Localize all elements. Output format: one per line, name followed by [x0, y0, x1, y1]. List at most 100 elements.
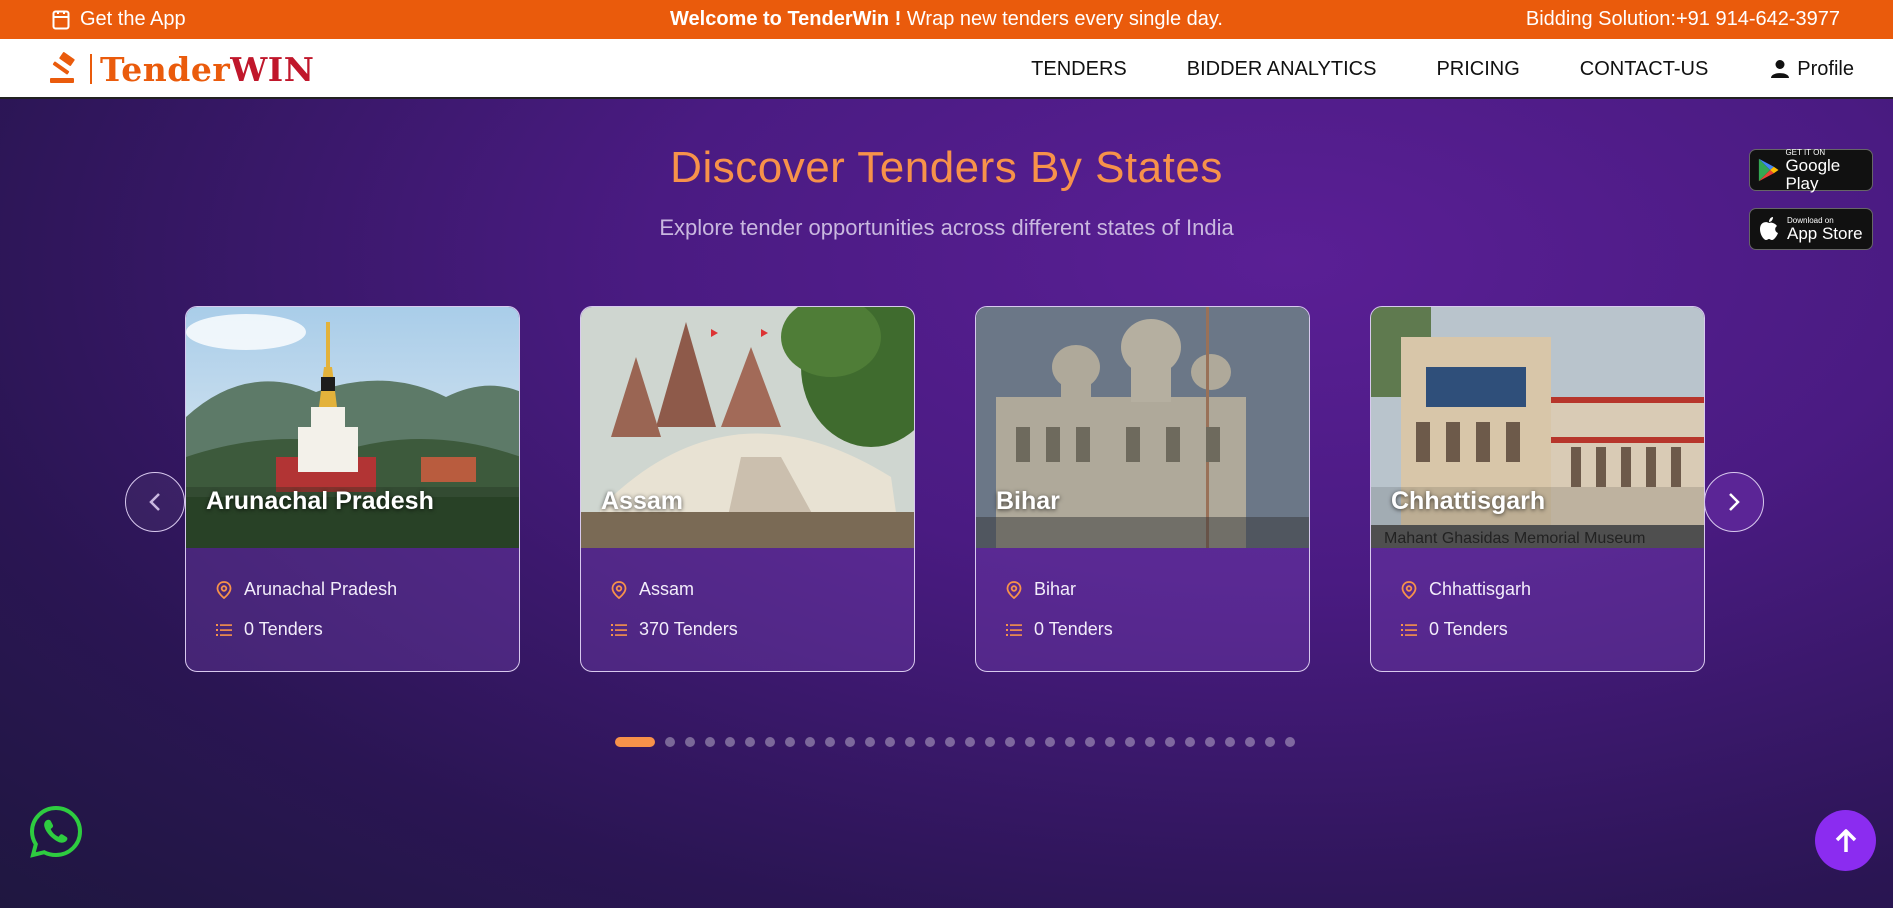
- tender-count: 370 Tenders: [611, 619, 738, 640]
- state-card-bihar[interactable]: Bihar Bihar 0 Tenders: [975, 306, 1310, 672]
- carousel-dot[interactable]: [1225, 737, 1235, 747]
- state-card-assam[interactable]: Assam Assam 370 Tenders: [580, 306, 915, 672]
- welcome-rest: Wrap new tenders every single day.: [901, 8, 1223, 30]
- carousel-dot[interactable]: [865, 737, 875, 747]
- logo-wordmark: TenderWIN: [100, 49, 315, 89]
- state-card-arunachal-pradesh[interactable]: Arunachal Pradesh Arunachal Pradesh 0 Te…: [185, 306, 520, 672]
- bidding-solution-phone[interactable]: Bidding Solution:+91 914-642-3977: [1526, 0, 1840, 39]
- location-label: Assam: [639, 579, 695, 599]
- carousel-dot[interactable]: [925, 737, 935, 747]
- state-title: Chhattisgarh: [1391, 487, 1546, 515]
- profile-label: Profile: [1797, 57, 1854, 80]
- carousel-dot[interactable]: [905, 737, 915, 747]
- whatsapp-icon: [29, 805, 83, 858]
- carousel-dot[interactable]: [785, 737, 795, 747]
- state-location: Arunachal Pradesh: [216, 579, 397, 600]
- carousel-dot[interactable]: [1005, 737, 1015, 747]
- google-play-icon: [1758, 158, 1779, 182]
- list-icon: [216, 623, 232, 636]
- carousel-dot[interactable]: [1085, 737, 1095, 747]
- logo-separator: [90, 54, 92, 84]
- state-title: Assam: [601, 487, 683, 515]
- tender-count: 0 Tenders: [216, 619, 323, 640]
- top-announcement-bar: Get the App Welcome to TenderWin ! Wrap …: [0, 0, 1893, 39]
- list-icon: [1401, 623, 1417, 636]
- location-label: Arunachal Pradesh: [244, 579, 398, 599]
- tender-count-label: 0 Tenders: [1034, 619, 1113, 639]
- carousel-dot[interactable]: [1245, 737, 1255, 747]
- carousel-dot[interactable]: [745, 737, 755, 747]
- location-label: Chhattisgarh: [1429, 579, 1532, 599]
- carousel-dot[interactable]: [845, 737, 855, 747]
- nav-item-pricing[interactable]: PRICING: [1436, 58, 1519, 81]
- arrow-up-icon: [1835, 828, 1856, 852]
- mobile-app-icon: [52, 10, 70, 29]
- list-icon: [1006, 623, 1022, 636]
- list-icon: [611, 623, 627, 636]
- gavel-logo-icon: [50, 52, 75, 83]
- carousel-dot[interactable]: [1205, 737, 1215, 747]
- carousel-dot[interactable]: [1185, 737, 1195, 747]
- tender-count-label: 0 Tenders: [1429, 619, 1508, 639]
- scroll-to-top-button[interactable]: [1815, 810, 1876, 871]
- carousel-dot[interactable]: [1065, 737, 1075, 747]
- carousel-dot[interactable]: [765, 737, 775, 747]
- nav-item-bidder-analytics[interactable]: BIDDER ANALYTICS: [1187, 58, 1377, 81]
- carousel-dot[interactable]: [825, 737, 835, 747]
- carousel-prev-button[interactable]: [125, 472, 185, 532]
- carousel-dot[interactable]: [1045, 737, 1055, 747]
- app-store-badge[interactable]: Download on App Store: [1749, 208, 1873, 250]
- profile-link[interactable]: Profile: [1770, 58, 1854, 81]
- tender-count: 0 Tenders: [1401, 619, 1508, 640]
- carousel-dot[interactable]: [885, 737, 895, 747]
- whatsapp-button[interactable]: [28, 804, 84, 860]
- state-location: Bihar: [1006, 579, 1076, 600]
- nav-item-contact-us[interactable]: CONTACT-US: [1580, 58, 1709, 81]
- carousel-dot[interactable]: [705, 737, 715, 747]
- get-the-app-label: Get the App: [80, 8, 186, 30]
- section-subtitle: Explore tender opportunities across diff…: [659, 215, 1234, 240]
- welcome-bold: Welcome to TenderWin !: [670, 8, 902, 30]
- tender-count: 0 Tenders: [1006, 619, 1113, 640]
- carousel-dot[interactable]: [1125, 737, 1135, 747]
- state-location: Assam: [611, 579, 694, 600]
- chevron-right-icon: [1729, 493, 1740, 511]
- carousel-dot[interactable]: [1105, 737, 1115, 747]
- image-caption: Mahant Ghasidas Memorial Museum: [1384, 530, 1646, 547]
- carousel-dot[interactable]: [805, 737, 815, 747]
- state-location: Chhattisgarh: [1401, 579, 1531, 600]
- carousel-dot[interactable]: [1285, 737, 1295, 747]
- apple-icon: [1760, 217, 1778, 240]
- tender-count-label: 370 Tenders: [639, 619, 738, 639]
- map-pin-icon: [216, 580, 232, 599]
- tenderwin-logo[interactable]: TenderWIN: [48, 49, 315, 89]
- carousel-dot[interactable]: [1145, 737, 1155, 747]
- state-title: Arunachal Pradesh: [206, 487, 434, 515]
- nav-item-tenders[interactable]: TENDERS: [1031, 58, 1127, 81]
- nav-menu: TENDERS BIDDER ANALYTICS PRICING CONTACT…: [1031, 39, 1893, 99]
- state-card-chhattisgarh[interactable]: Mahant Ghasidas Memorial Museum Chhattis…: [1370, 306, 1705, 672]
- carousel-dot[interactable]: [685, 737, 695, 747]
- carousel-dot[interactable]: [945, 737, 955, 747]
- carousel-dot[interactable]: [965, 737, 975, 747]
- state-title: Bihar: [996, 487, 1060, 515]
- carousel-pagination: [615, 737, 1295, 747]
- google-play-badge[interactable]: GET IT ON Google Play: [1749, 148, 1873, 192]
- get-the-app-link[interactable]: Get the App: [52, 0, 186, 39]
- location-label: Bihar: [1034, 579, 1077, 599]
- map-pin-icon: [611, 580, 627, 599]
- carousel-dot[interactable]: [985, 737, 995, 747]
- tender-count-label: 0 Tenders: [244, 619, 323, 639]
- chevron-left-icon: [149, 493, 160, 511]
- carousel-dot[interactable]: [1265, 737, 1275, 747]
- carousel-dot[interactable]: [615, 737, 655, 747]
- section-title: Discover Tenders By States: [670, 143, 1223, 192]
- carousel-dot[interactable]: [1165, 737, 1175, 747]
- carousel-dot[interactable]: [1025, 737, 1035, 747]
- user-icon: [1771, 60, 1790, 78]
- map-pin-icon: [1401, 580, 1417, 599]
- carousel-next-button[interactable]: [1704, 472, 1764, 532]
- carousel-dot[interactable]: [725, 737, 735, 747]
- carousel-dot[interactable]: [665, 737, 675, 747]
- main-navbar: TenderWIN TENDERS BIDDER ANALYTICS PRICI…: [0, 39, 1893, 99]
